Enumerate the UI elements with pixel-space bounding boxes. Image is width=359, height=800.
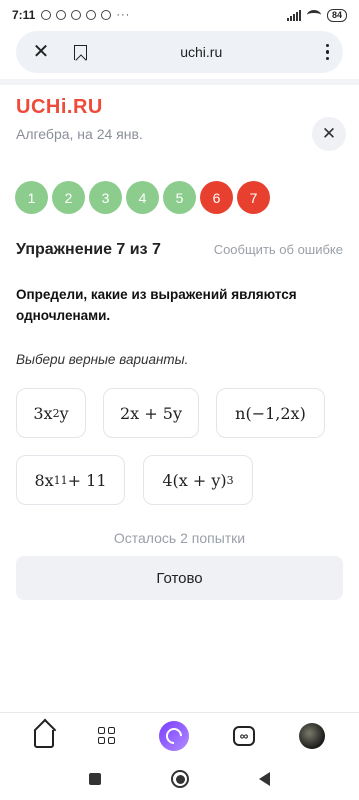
status-time: 7:11: [12, 8, 36, 22]
step-progress: 1 2 3 4 5 6 7: [15, 181, 270, 214]
option-1-base: 3x: [33, 403, 53, 423]
question-text: Определи, какие из выражений являются од…: [16, 287, 297, 323]
home-icon[interactable]: [34, 729, 54, 748]
status-right: 84: [286, 8, 347, 22]
option-5-base: 4(x + y): [162, 470, 227, 490]
option-5-exp: 3: [226, 473, 234, 487]
option-2-base: 2x + 5y: [120, 403, 182, 423]
avatar[interactable]: [299, 722, 325, 749]
services-grid-icon[interactable]: [98, 727, 115, 744]
lesson-subtitle: Алгебра, на 24 янв.: [16, 126, 143, 142]
option-5[interactable]: 4(x + y) 3: [143, 455, 253, 505]
step-6[interactable]: 6: [200, 181, 233, 214]
report-error-link[interactable]: Сообщить об ошибке: [214, 242, 343, 257]
alarm-icon: [56, 10, 67, 20]
menu-icon[interactable]: [325, 43, 329, 61]
signal-icon: [286, 9, 301, 21]
step-3[interactable]: 3: [89, 181, 122, 214]
option-1-tail: y: [59, 403, 69, 423]
alice-assistant-icon[interactable]: [159, 720, 189, 751]
option-3[interactable]: n(−1,2x): [216, 388, 325, 438]
notification-icons: ···: [41, 9, 130, 21]
option-1[interactable]: 3x 2 y: [16, 388, 86, 438]
url-field[interactable]: uchi.ru: [87, 44, 316, 60]
hint-text: Выбери верные варианты.: [16, 352, 189, 367]
wifi-icon: [306, 10, 321, 20]
option-4-base: 8x: [34, 470, 54, 490]
recents-icon[interactable]: [89, 773, 101, 785]
option-4-exp: 11: [53, 473, 68, 487]
step-7[interactable]: 7: [237, 181, 270, 214]
tabs-icon[interactable]: ∞: [233, 725, 255, 746]
bookmark-icon[interactable]: [74, 44, 87, 60]
system-nav-bar: [0, 758, 359, 800]
uchi-logo[interactable]: UCHi.RU: [16, 96, 103, 119]
back-icon[interactable]: [259, 772, 270, 786]
step-4[interactable]: 4: [126, 181, 159, 214]
status-bar: 7:11 ··· 84: [0, 0, 359, 30]
umbrella-icon: [86, 10, 97, 20]
option-3-base: n(−1,2x): [235, 403, 306, 423]
divider: [0, 79, 359, 85]
browser-bar: ✕ uchi.ru: [16, 31, 343, 73]
close-exercise-button[interactable]: ✕: [312, 117, 346, 151]
vpn-icon: [71, 10, 82, 20]
more-notifications: ···: [116, 9, 131, 21]
battery-icon: 84: [326, 8, 347, 22]
option-2[interactable]: 2x + 5y: [103, 388, 199, 438]
exercise-title: Упражнение 7 из 7: [16, 241, 161, 258]
close-tab-icon[interactable]: ✕: [30, 42, 52, 62]
home-button-icon[interactable]: [171, 770, 189, 788]
step-1[interactable]: 1: [15, 181, 48, 214]
step-2[interactable]: 2: [52, 181, 85, 214]
attempts-left: Осталось 2 попытки: [113, 530, 246, 546]
option-4[interactable]: 8x 11 + 11: [16, 455, 125, 505]
option-1-exp: 2: [52, 406, 60, 420]
mute-icon: [41, 10, 52, 20]
browser-bottom-nav: ∞: [0, 713, 359, 758]
cloud-icon: [101, 10, 112, 20]
submit-button[interactable]: Готово: [16, 556, 343, 600]
step-5[interactable]: 5: [163, 181, 196, 214]
option-4-tail: + 11: [67, 470, 107, 490]
